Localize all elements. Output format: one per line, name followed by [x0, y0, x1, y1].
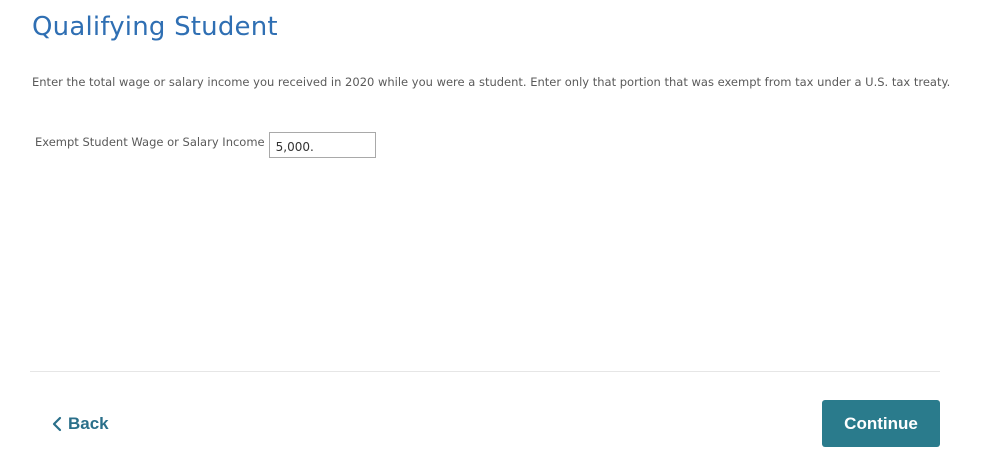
- instructions-text: Enter the total wage or salary income yo…: [32, 75, 951, 89]
- footer-divider: [30, 371, 940, 372]
- continue-button[interactable]: Continue: [822, 400, 940, 447]
- page-title: Qualifying Student: [32, 12, 278, 42]
- exempt-income-field-row: Exempt Student Wage or Salary Income: [35, 132, 376, 158]
- chevron-left-icon: [52, 416, 62, 432]
- back-button[interactable]: Back: [52, 414, 109, 434]
- exempt-income-label: Exempt Student Wage or Salary Income: [35, 135, 265, 149]
- exempt-income-input[interactable]: [268, 132, 376, 158]
- back-button-label: Back: [68, 414, 109, 433]
